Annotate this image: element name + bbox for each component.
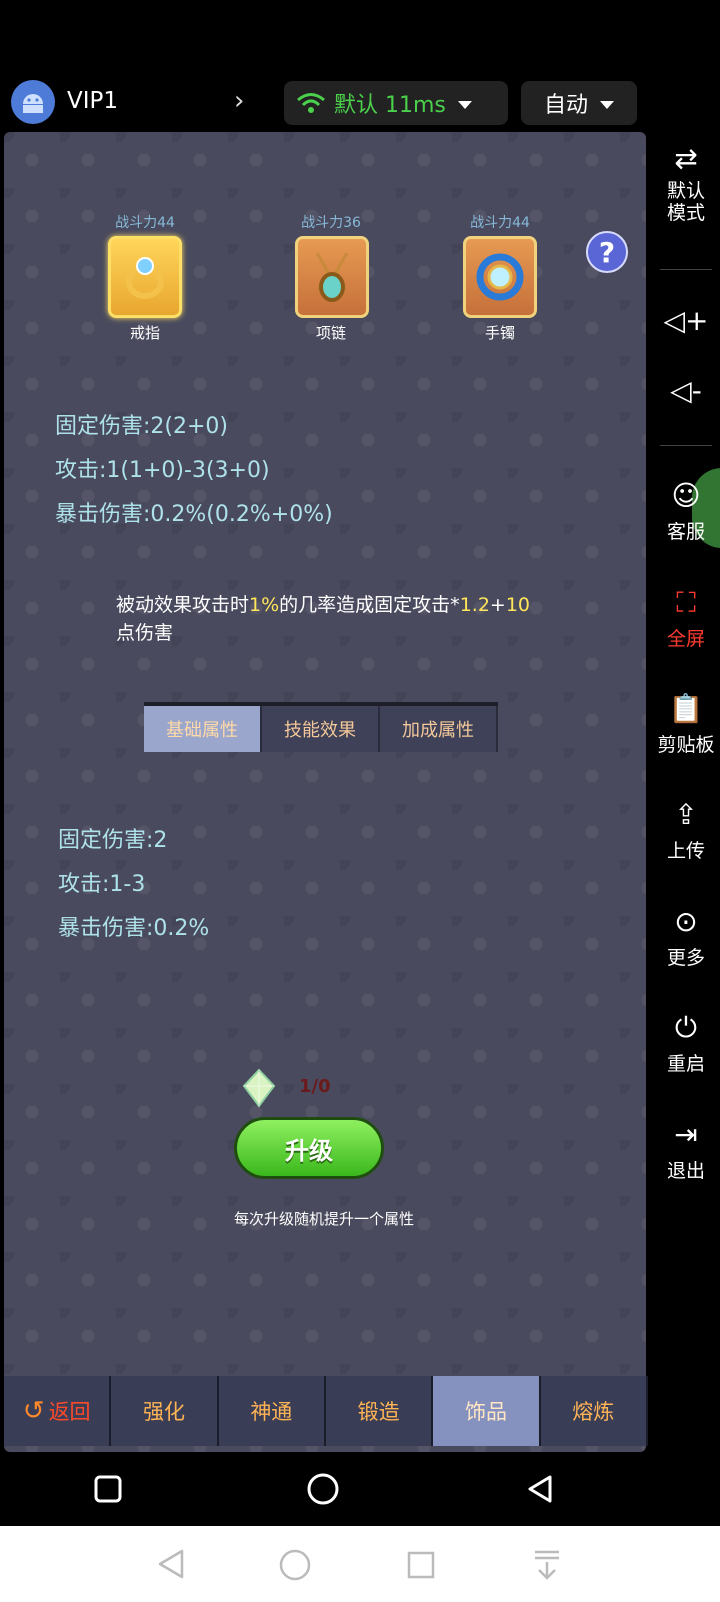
recents-icon[interactable] (93, 1474, 123, 1504)
power-icon: ⏻ (674, 1011, 698, 1044)
tab-smelt[interactable]: 熔炼 (540, 1376, 648, 1446)
help-icon[interactable]: ? (586, 231, 628, 273)
stat-fixed-damage: 固定伤害:2(2+0) (55, 414, 229, 439)
bracelet-icon (476, 253, 524, 301)
restart-button[interactable]: ⏻ 重启 (652, 1011, 720, 1076)
upload-icon: ⇪ (674, 798, 698, 831)
avatar[interactable] (11, 80, 55, 124)
necklace-power: 战斗力36 (301, 215, 361, 231)
tab-divine-power[interactable]: 神通 (218, 1376, 326, 1446)
ring-name: 戒指 (129, 324, 160, 342)
volume-down-icon: ◁- (670, 374, 702, 407)
bracelet-slot[interactable] (463, 236, 537, 318)
host-nav-bar (0, 1526, 720, 1602)
tab-enhance[interactable]: 强化 (111, 1376, 219, 1446)
ring-icon (126, 257, 164, 299)
host-home-icon[interactable] (278, 1548, 312, 1582)
fullscreen-button[interactable]: ⛶ 全屏 (652, 586, 720, 651)
bracelet-power: 战斗力44 (470, 215, 530, 231)
game-panel: 战斗力44 戒指 战斗力36 项链 战斗力44 手镯 ? 固定伤害:2(2+0)… (4, 132, 646, 1452)
back-arrow-icon: ↺ (22, 1396, 45, 1426)
host-recents-icon[interactable] (406, 1550, 436, 1580)
side-toolbar: ⇄ 默认 模式 ◁+ ◁- ☺ 客服 ⛶ 全屏 📋 剪贴板 ⇪ 上传 ⊙ 更多 … (652, 132, 720, 1452)
network-selector[interactable]: 默认 11ms (284, 81, 508, 125)
game-bottom-tabs: ↺ 返回 强化 神通 锻造 饰品 熔炼 (4, 1376, 648, 1446)
back-icon[interactable] (526, 1474, 556, 1504)
bracelet-name: 手镯 (484, 324, 515, 342)
stat-crit-damage: 暴击伤害:0.2%(0.2%+0%) (55, 502, 333, 527)
android-icon (23, 94, 43, 113)
more-button[interactable]: ⊙ 更多 (652, 905, 720, 970)
base-stat-fixed-damage: 固定伤害:2 (58, 828, 168, 853)
base-stat-attack: 攻击:1-3 (58, 872, 146, 897)
upload-button[interactable]: ⇪ 上传 (652, 798, 720, 863)
logout-icon: ⇥ (674, 1118, 698, 1151)
necklace-icon (315, 252, 349, 302)
host-hide-bar-icon[interactable] (532, 1548, 562, 1582)
base-stat-crit-damage: 暴击伤害:0.2% (58, 916, 210, 941)
tab-bonus-attributes[interactable]: 加成属性 (380, 706, 498, 752)
tab-accessories[interactable]: 饰品 (433, 1376, 541, 1446)
host-back-icon[interactable] (156, 1548, 186, 1580)
tab-forge[interactable]: 锻造 (325, 1376, 434, 1446)
ring-power: 战斗力44 (115, 215, 175, 231)
stat-attack: 攻击:1(1+0)-3(3+0) (55, 458, 270, 483)
back-button[interactable]: ↺ 返回 (4, 1376, 112, 1446)
customer-service-button[interactable]: ☺ 客服 (652, 479, 720, 544)
necklace-name: 项链 (315, 324, 346, 342)
mode-switch-button[interactable]: ⇄ 默认 模式 (652, 142, 720, 224)
mode-label: 自动 (543, 93, 588, 118)
smiley-icon: ☺ (671, 479, 701, 512)
exit-button[interactable]: ⇥ 退出 (652, 1118, 720, 1183)
swap-arrows-icon: ⇄ (674, 142, 698, 175)
material-count: 1/0 (299, 1076, 331, 1097)
passive-description: 被动效果攻击时1%的几率造成固定攻击*1.2+10 点伤害 (116, 594, 531, 644)
tab-basic-attributes[interactable]: 基础属性 (144, 706, 262, 752)
volume-down-button[interactable]: ◁- (652, 374, 720, 412)
mode-selector[interactable]: 自动 (521, 81, 637, 125)
chevron-right-icon[interactable]: › (234, 86, 244, 116)
home-icon[interactable] (306, 1472, 340, 1506)
vip-label[interactable]: VIP1 (67, 88, 118, 114)
fullscreen-icon: ⛶ (676, 586, 696, 619)
crystal-icon (242, 1068, 276, 1108)
clipboard-button[interactable]: 📋 剪贴板 (652, 692, 720, 757)
necklace-slot[interactable] (295, 236, 369, 318)
wifi-icon (297, 93, 325, 113)
more-icon: ⊙ (674, 905, 698, 938)
network-label: 默认 11ms (334, 93, 446, 118)
dropdown-icon (600, 101, 614, 109)
volume-up-icon: ◁+ (663, 304, 709, 337)
tab-skill-effects[interactable]: 技能效果 (262, 706, 380, 752)
upgrade-button[interactable]: 升级 (234, 1117, 384, 1179)
android-nav-bar (0, 1452, 720, 1526)
clipboard-icon: 📋 (668, 692, 704, 725)
attribute-tabs: 基础属性 技能效果 加成属性 (144, 702, 498, 756)
dropdown-icon (457, 101, 472, 109)
ring-slot[interactable] (108, 236, 182, 318)
upgrade-hint: 每次升级随机提升一个属性 (233, 1210, 414, 1228)
volume-up-button[interactable]: ◁+ (652, 304, 720, 342)
